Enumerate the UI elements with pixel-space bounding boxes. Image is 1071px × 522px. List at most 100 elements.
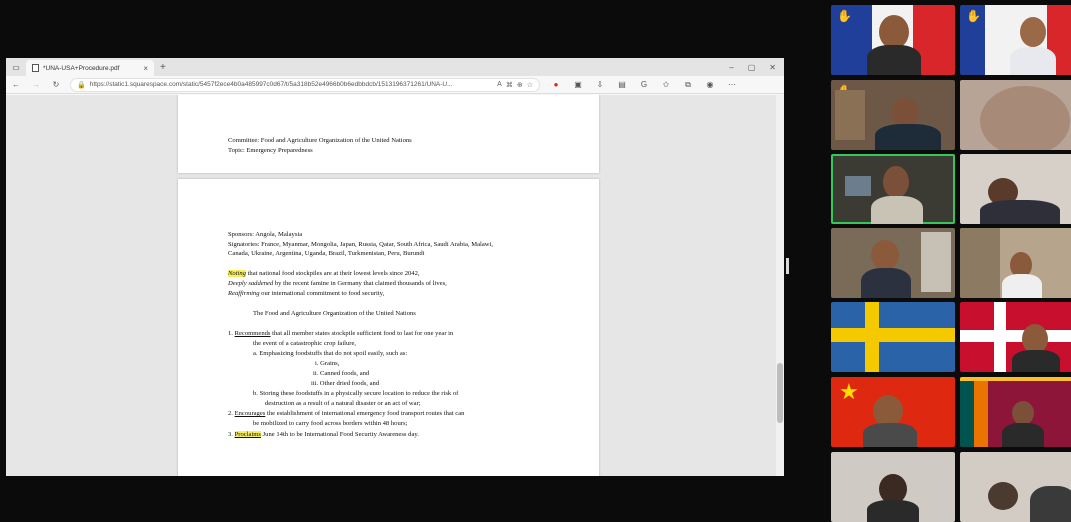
- extension-g-icon[interactable]: G: [636, 80, 652, 90]
- close-tab-icon[interactable]: ×: [143, 64, 148, 73]
- pdf-scrollbar[interactable]: [776, 95, 784, 476]
- sub-clause: b. Storing these foodstuffs in a physica…: [253, 390, 459, 397]
- favorites-icon[interactable]: ✩: [658, 80, 674, 90]
- pdf-page: Committee: Food and Agriculture Organiza…: [178, 95, 599, 173]
- sponsors-line: Sponsors: Angola, Malaysia: [228, 231, 303, 238]
- participant-video-tile[interactable]: [831, 302, 955, 372]
- more-icon[interactable]: ⋯: [724, 80, 740, 90]
- collections-icon[interactable]: ⧉: [680, 80, 696, 90]
- flag-stripe: [960, 377, 974, 447]
- clause-continuation: destruction as a result of a natural dis…: [265, 400, 421, 407]
- pdf-page: Sponsors: Angola, Malaysia Signatories: …: [178, 179, 599, 476]
- extension-red-icon[interactable]: ●: [548, 80, 564, 90]
- bookshelf: [835, 90, 865, 140]
- lock-icon[interactable]: 🔒: [77, 81, 86, 89]
- participant-video: [879, 15, 909, 49]
- refresh-icon[interactable]: ↻: [46, 80, 66, 89]
- participant-video-tile[interactable]: [960, 80, 1071, 150]
- committee-line: Committee: Food and Agriculture Organiza…: [228, 137, 412, 144]
- participant-video-tile[interactable]: [960, 228, 1071, 298]
- clause-continuation: the event of a catastrophic crop failure…: [253, 340, 357, 347]
- flag-stripe: [831, 328, 955, 342]
- clause-keyword: Recommends: [234, 330, 271, 337]
- participant-video: [867, 500, 919, 522]
- clause-text: the establishment of international emerg…: [265, 410, 465, 417]
- operative-clause: 3. Proclaims June 14th to be Internation…: [228, 431, 419, 439]
- clause-text: that all member states stockpile suffici…: [270, 330, 454, 337]
- participant-video: [1010, 47, 1056, 75]
- participant-video-tile-active[interactable]: [831, 154, 955, 224]
- clause-continuation: be mobilized to carry food across border…: [253, 420, 408, 427]
- participant-video-tile[interactable]: ✋: [831, 80, 955, 150]
- flag-stripe: [994, 302, 1006, 372]
- clause-keyword: Reaffirming: [228, 290, 260, 297]
- clause-keyword: Deeply saddened: [228, 280, 274, 287]
- meeting-window: ▭ *UNA-USA+Procedure.pdf × + – ▢ ✕ ← → ↻…: [0, 0, 1071, 522]
- scrollbar-thumb[interactable]: [777, 363, 783, 423]
- participant-video: [1012, 350, 1060, 372]
- participant-video-tile[interactable]: [960, 154, 1071, 224]
- participant-video-tile[interactable]: ✋: [960, 5, 1071, 75]
- raised-hand-icon: ✋: [837, 9, 852, 23]
- extension-box-icon[interactable]: ▣: [570, 80, 586, 90]
- browser-tab-bar: ▭ *UNA-USA+Procedure.pdf × + – ▢ ✕: [6, 58, 784, 76]
- participant-video: [861, 268, 911, 298]
- clause-keyword: Proclaims: [234, 431, 261, 438]
- clause-text: that national food stockpiles are at the…: [245, 270, 420, 277]
- close-window-icon[interactable]: ✕: [769, 63, 776, 72]
- preambulatory-clause: Reaffirming our international commitment…: [228, 290, 384, 298]
- read-aloud-icon[interactable]: A: [497, 81, 502, 88]
- participant-video: [1002, 423, 1044, 447]
- grid-icon[interactable]: ⌘: [506, 81, 513, 89]
- gallery-resize-handle[interactable]: [786, 258, 789, 274]
- sub-sub-clause: ii. Canned foods, and: [313, 370, 370, 377]
- participant-video-tile[interactable]: ★: [831, 377, 955, 447]
- clause-number: 1.: [228, 330, 235, 337]
- extension-panel-icon[interactable]: ▤: [614, 80, 630, 90]
- clause-text: our international commitment to food sec…: [259, 290, 385, 297]
- topic-line: Topic: Emergency Preparedness: [228, 147, 313, 154]
- participant-video: [871, 196, 923, 224]
- participant-video-tile[interactable]: [960, 377, 1071, 447]
- shared-screen: ▭ *UNA-USA+Procedure.pdf × + – ▢ ✕ ← → ↻…: [6, 58, 784, 476]
- participant-video: [980, 200, 1060, 224]
- participant-video-tile[interactable]: [960, 302, 1071, 372]
- tab-title: *UNA-USA+Procedure.pdf: [43, 64, 120, 72]
- participant-video-tile[interactable]: [831, 452, 955, 522]
- document-icon: [32, 64, 39, 72]
- sub-sub-clause: iii. Other dried foods, and: [311, 380, 380, 387]
- new-tab-icon[interactable]: +: [160, 62, 166, 73]
- clause-text: by the recent famine in Germany that cla…: [273, 280, 447, 287]
- flag-star: ★: [839, 379, 859, 404]
- forward-icon[interactable]: →: [26, 80, 46, 89]
- sub-clause: a. Emphasizing foodstuffs that do not sp…: [253, 350, 408, 357]
- sub-sub-clause: i. Grains,: [315, 360, 340, 367]
- participant-video: [871, 240, 899, 270]
- browser-tab[interactable]: *UNA-USA+Procedure.pdf ×: [26, 60, 154, 76]
- tab-actions-icon[interactable]: ▭: [6, 63, 26, 72]
- window-controls: – ▢ ✕: [729, 63, 784, 72]
- profile-icon[interactable]: ◉: [702, 80, 718, 90]
- minimize-icon[interactable]: –: [729, 63, 733, 72]
- clause-keyword: Encourages: [234, 410, 266, 417]
- preambulatory-clause: Noting that national food stockpiles are…: [228, 270, 420, 278]
- extension-icons: ● ▣ ⇩ ▤ G ✩ ⧉ ◉ ⋯: [548, 80, 740, 90]
- participant-video-tile[interactable]: [831, 228, 955, 298]
- download-icon[interactable]: ⇩: [592, 80, 608, 90]
- participant-video: [883, 166, 909, 198]
- participant-video: [988, 482, 1018, 510]
- participant-video-tile[interactable]: ✋: [831, 5, 955, 75]
- participant-video: [980, 86, 1070, 150]
- participant-video: [863, 423, 917, 447]
- restore-icon[interactable]: ▢: [748, 63, 756, 72]
- participant-video-tile[interactable]: [960, 452, 1071, 522]
- flag-stripe: [865, 302, 879, 372]
- zoom-icon[interactable]: ⊕: [517, 81, 523, 89]
- back-icon[interactable]: ←: [6, 80, 26, 89]
- favorite-icon[interactable]: ☆: [527, 81, 533, 89]
- pdf-viewer[interactable]: Committee: Food and Agriculture Organiza…: [6, 95, 784, 476]
- participant-video: [1030, 486, 1071, 522]
- url-text: https://static1.squarespace.com/static/5…: [89, 81, 453, 88]
- address-bar[interactable]: 🔒 https://static1.squarespace.com/static…: [70, 77, 540, 92]
- participant-video: [1002, 274, 1042, 298]
